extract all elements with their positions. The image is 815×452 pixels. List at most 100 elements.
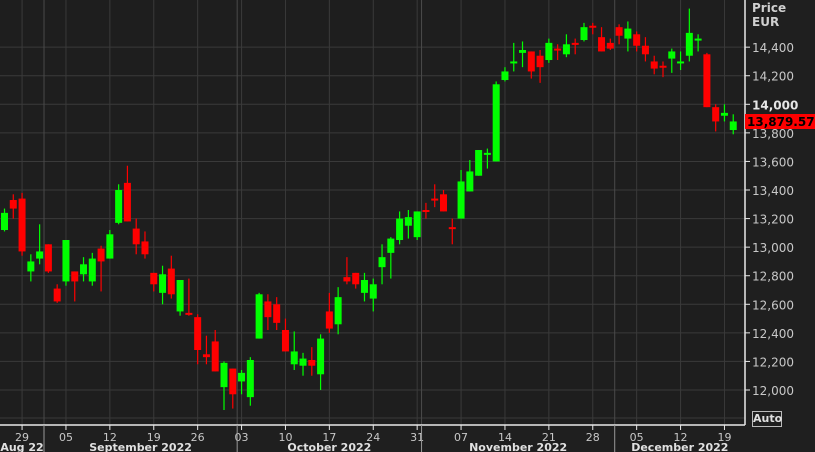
candle-body xyxy=(536,55,544,68)
candle-body xyxy=(308,360,316,366)
candle-body xyxy=(598,37,606,52)
candle-body xyxy=(606,42,614,49)
candle-body xyxy=(475,150,483,176)
candle-body xyxy=(466,171,474,192)
candle-body xyxy=(211,341,219,372)
candle-body xyxy=(404,217,412,226)
x-tick-label: 31 xyxy=(410,431,424,444)
candle-body xyxy=(527,51,535,72)
y-tick-label: 13,400 xyxy=(752,184,794,198)
y-tick-label: 12,800 xyxy=(752,270,794,284)
y-tick-label: 14,400 xyxy=(752,41,794,55)
y-tick-label: 12,400 xyxy=(752,327,794,341)
candle-body xyxy=(343,277,351,282)
price-axis[interactable]: 12,000 12,200 12,400 12,600 12,800 13,000 13,2… xyxy=(745,41,798,398)
candle-body xyxy=(448,227,456,230)
candle-body xyxy=(132,228,140,245)
candle-body xyxy=(53,288,61,302)
candle-body xyxy=(167,268,175,295)
candle-body xyxy=(299,358,307,366)
y-tick-label: 13,200 xyxy=(752,213,794,227)
month-label: Aug 22 xyxy=(0,441,43,452)
candle-up xyxy=(176,280,184,316)
candle-body xyxy=(720,112,728,116)
candle-body xyxy=(554,48,562,51)
candle-body xyxy=(281,330,289,352)
candle-body xyxy=(694,38,702,41)
y-tick-label: 13,000 xyxy=(752,241,794,255)
candle-body xyxy=(159,274,167,293)
candle-body xyxy=(115,190,123,223)
candle-body xyxy=(27,261,35,272)
candle-body xyxy=(650,61,658,69)
auto-scale-button[interactable]: Auto xyxy=(752,411,782,427)
month-label: October 2022 xyxy=(287,441,371,452)
month-label: November 2022 xyxy=(469,441,567,452)
candle-body xyxy=(387,238,395,253)
candle-body xyxy=(422,210,430,213)
candle-body xyxy=(360,280,368,293)
y-tick-label: 14,200 xyxy=(752,70,794,84)
candle-up xyxy=(492,81,500,162)
candle-body xyxy=(220,362,228,388)
price-axis-title: Price xyxy=(752,1,786,15)
y-tick-label: 12,000 xyxy=(752,384,794,398)
candle-body xyxy=(264,301,272,318)
x-tick-label: 03 xyxy=(235,431,249,444)
x-tick-label: 07 xyxy=(454,431,468,444)
y-tick-label: 12,200 xyxy=(752,355,794,369)
candle-body xyxy=(369,284,377,299)
currency-label: EUR xyxy=(752,15,779,29)
candle-up xyxy=(106,230,114,259)
candle-body xyxy=(615,27,623,36)
candle-body xyxy=(185,312,193,315)
candlestick-chart: 12,000 12,200 12,400 12,600 12,800 13,000 13,2… xyxy=(0,0,815,452)
candle-body xyxy=(62,240,70,282)
x-tick-label: 26 xyxy=(191,431,205,444)
candle-body xyxy=(141,241,149,255)
candle-body xyxy=(44,244,52,272)
candle-down xyxy=(18,192,26,256)
candle-up xyxy=(475,150,483,176)
candle-body xyxy=(501,71,509,81)
candle-body xyxy=(150,272,158,285)
candle-body xyxy=(18,198,26,252)
candle-body xyxy=(677,61,685,64)
candle-body xyxy=(71,271,79,282)
candle-body xyxy=(545,42,553,61)
candle-body xyxy=(238,372,246,382)
y-tick-label: 13,600 xyxy=(752,155,794,169)
candle-body xyxy=(378,257,386,268)
y-tick-label: 12,600 xyxy=(752,298,794,312)
candle-body xyxy=(483,152,491,155)
candle-up xyxy=(413,211,421,241)
candle-body xyxy=(492,84,500,162)
x-tick-label: 05 xyxy=(59,431,73,444)
x-tick-label: 28 xyxy=(586,431,600,444)
candle-body xyxy=(729,121,737,131)
candle-body xyxy=(246,360,254,398)
candle-body xyxy=(1,212,8,231)
candle-body xyxy=(80,264,88,275)
candle-body xyxy=(712,107,720,122)
candle-body xyxy=(202,354,210,358)
candle-up xyxy=(115,184,123,225)
time-axis[interactable]: 29 05 12 19 26 03 10 17 24 31 07 14 21 28 05 12 19Aug 22… xyxy=(0,425,731,452)
candle-body xyxy=(317,338,325,375)
candle-body xyxy=(9,200,17,209)
candle-body xyxy=(123,182,131,222)
candle-body xyxy=(580,27,588,41)
candle-body xyxy=(106,234,114,259)
candle-body xyxy=(668,51,676,59)
candle-body xyxy=(641,45,649,55)
candle-up xyxy=(62,240,70,286)
candle-body xyxy=(396,218,404,241)
candle-body xyxy=(352,272,360,285)
y-tick-label: 14,000 xyxy=(752,98,798,112)
candle-body xyxy=(88,258,96,282)
candle-body xyxy=(510,61,518,64)
candle-body xyxy=(273,304,281,323)
candle-body xyxy=(685,32,693,56)
candle-body xyxy=(255,294,263,339)
candle-body xyxy=(440,194,447,212)
